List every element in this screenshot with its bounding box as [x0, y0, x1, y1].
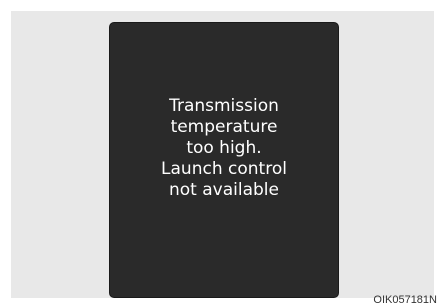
cluster-display-panel: Transmission temperature too high. Launc…: [109, 22, 339, 298]
warning-message: Transmission temperature too high. Launc…: [161, 96, 287, 201]
message-line-3: too high.: [186, 137, 262, 158]
message-line-2: temperature: [170, 116, 278, 137]
message-line-4: Launch control: [161, 158, 287, 179]
figure-code: OIK057181N: [373, 294, 437, 306]
message-line-5: not available: [169, 179, 279, 200]
message-line-1: Transmission: [169, 95, 279, 116]
